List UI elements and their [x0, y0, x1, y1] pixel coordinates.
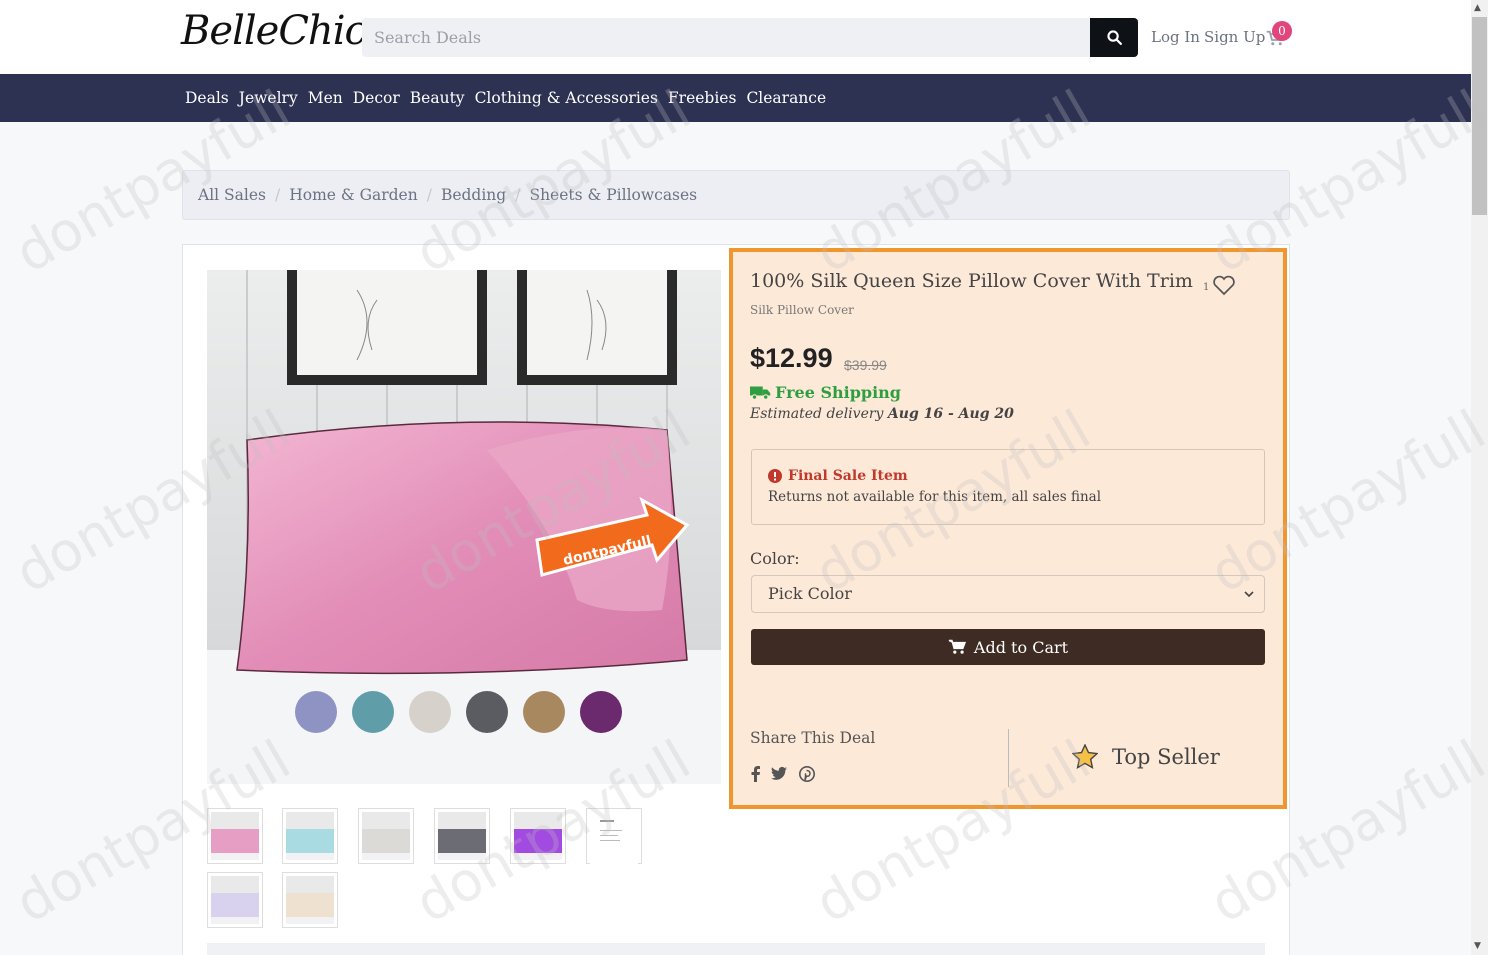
category-item[interactable]: Men: [308, 89, 343, 107]
thumbnail-image: [362, 812, 410, 860]
scroll-up-icon[interactable]: ▲: [1474, 3, 1481, 13]
signup-link[interactable]: Sign Up: [1204, 28, 1265, 46]
thumbnail-image: [286, 876, 334, 924]
search-bar: [362, 18, 1138, 57]
category-list: Deals Jewelry Men Decor Beauty Clothing & Acc…: [185, 89, 826, 107]
breadcrumb-link[interactable]: Sheets & Pillowcases: [529, 186, 697, 204]
breadcrumb-link[interactable]: Home & Garden: [289, 186, 417, 204]
delivery-prefix: Estimated delivery: [750, 406, 884, 422]
product-thumbnail[interactable]: [282, 872, 338, 928]
category-item[interactable]: Clearance: [746, 89, 826, 107]
description-section: [207, 943, 1265, 955]
color-select-value: Pick Color: [768, 584, 852, 603]
share-label: Share This Deal: [750, 729, 876, 747]
color-swatch: [580, 691, 622, 733]
color-select[interactable]: Pick Color: [751, 575, 1265, 613]
product-thumbnail[interactable]: [207, 872, 263, 928]
thumbnail-image: [286, 812, 334, 860]
thumbnail-image: [590, 820, 638, 868]
deal-info-panel: [729, 248, 1287, 809]
final-sale-title: Final Sale Item: [788, 468, 908, 484]
product-subtitle: Silk Pillow Cover: [750, 303, 854, 317]
final-sale-notice: [751, 449, 1265, 525]
thumbnail-image: [211, 812, 259, 860]
product-thumbnail[interactable]: [586, 808, 642, 868]
cart-icon: [948, 639, 966, 654]
color-label: Color:: [750, 549, 800, 568]
alert-icon: [768, 469, 782, 483]
delivery-range: Aug 16 - Aug 20: [887, 406, 1014, 422]
breadcrumb-separator: /: [274, 186, 281, 204]
search-input[interactable]: [362, 18, 1090, 57]
twitter-share[interactable]: [771, 766, 787, 785]
star-icon: [1072, 744, 1098, 769]
free-shipping: Free Shipping: [750, 383, 901, 402]
facebook-share[interactable]: [751, 766, 760, 786]
breadcrumb-separator: /: [426, 186, 432, 204]
favorite-button[interactable]: [1212, 274, 1236, 300]
category-nav: Deals Jewelry Men Decor Beauty Clothing & Acc…: [0, 74, 1471, 122]
product-main-image[interactable]: dontpayfull: [207, 270, 721, 784]
color-swatch: [523, 691, 565, 733]
product-thumbnail[interactable]: [358, 808, 414, 864]
breadcrumb-link[interactable]: All Sales: [198, 186, 266, 204]
category-item[interactable]: Jewelry: [239, 89, 298, 107]
thumbnail-image: [211, 876, 259, 924]
product-thumbnail[interactable]: [510, 808, 566, 864]
breadcrumb-separator: /: [515, 186, 521, 204]
add-to-cart-label: Add to Cart: [973, 637, 1069, 657]
scroll-down-icon[interactable]: ▼: [1474, 941, 1481, 951]
estimated-delivery: Estimated delivery Aug 16 - Aug 20: [750, 406, 1014, 422]
color-swatch: [352, 691, 394, 733]
facebook-icon: [751, 766, 760, 782]
product-title: 100% Silk Queen Size Pillow Cover With T…: [750, 270, 1193, 292]
product-thumbnail[interactable]: [282, 808, 338, 864]
share-divider: [1008, 729, 1009, 787]
pinterest-share[interactable]: [799, 766, 815, 786]
breadcrumb: All Sales / Home & Garden / Bedding / Sheets &…: [182, 170, 1290, 220]
pinterest-icon: [799, 766, 815, 782]
search-icon: [1106, 30, 1122, 46]
thumbnail-image: [438, 812, 486, 860]
category-item[interactable]: Decor: [353, 89, 400, 107]
chevron-down-icon: [1244, 576, 1254, 612]
twitter-icon: [771, 766, 787, 780]
top-seller-badge: Top Seller: [1072, 744, 1220, 769]
thumbnail-image: [514, 812, 562, 860]
original-price: $39.99: [844, 357, 887, 373]
color-swatch: [409, 691, 451, 733]
category-item[interactable]: Clothing & Accessories: [475, 89, 658, 107]
site-logo[interactable]: BelleChic: [181, 8, 367, 54]
sale-price: $12.99: [750, 343, 833, 373]
final-sale-text: Returns not available for this item, all…: [768, 489, 1102, 505]
shipping-label: Free Shipping: [775, 383, 901, 402]
heart-icon: [1213, 275, 1235, 296]
final-sale-title-row: Final Sale Item: [768, 468, 908, 484]
add-to-cart-button[interactable]: Add to Cart: [751, 629, 1265, 665]
top-seller-label: Top Seller: [1112, 744, 1220, 769]
product-thumbnail[interactable]: [434, 808, 490, 864]
category-item[interactable]: Deals: [185, 89, 229, 107]
pillow-image: dontpayfull: [207, 270, 721, 784]
color-swatch: [295, 691, 337, 733]
cart-count-badge: 0: [1272, 21, 1292, 41]
truck-icon: [750, 386, 771, 400]
breadcrumb-link[interactable]: Bedding: [441, 186, 506, 204]
login-link[interactable]: Log In: [1151, 28, 1200, 46]
category-item[interactable]: Beauty: [410, 89, 465, 107]
scrollbar-thumb[interactable]: [1472, 17, 1487, 215]
color-swatch: [466, 691, 508, 733]
like-count: 1: [1203, 282, 1210, 293]
category-item[interactable]: Freebies: [668, 89, 737, 107]
search-button[interactable]: [1090, 18, 1138, 57]
product-thumbnail[interactable]: [207, 808, 263, 864]
top-header: BelleChic Log In Sign Up 0: [0, 0, 1471, 74]
